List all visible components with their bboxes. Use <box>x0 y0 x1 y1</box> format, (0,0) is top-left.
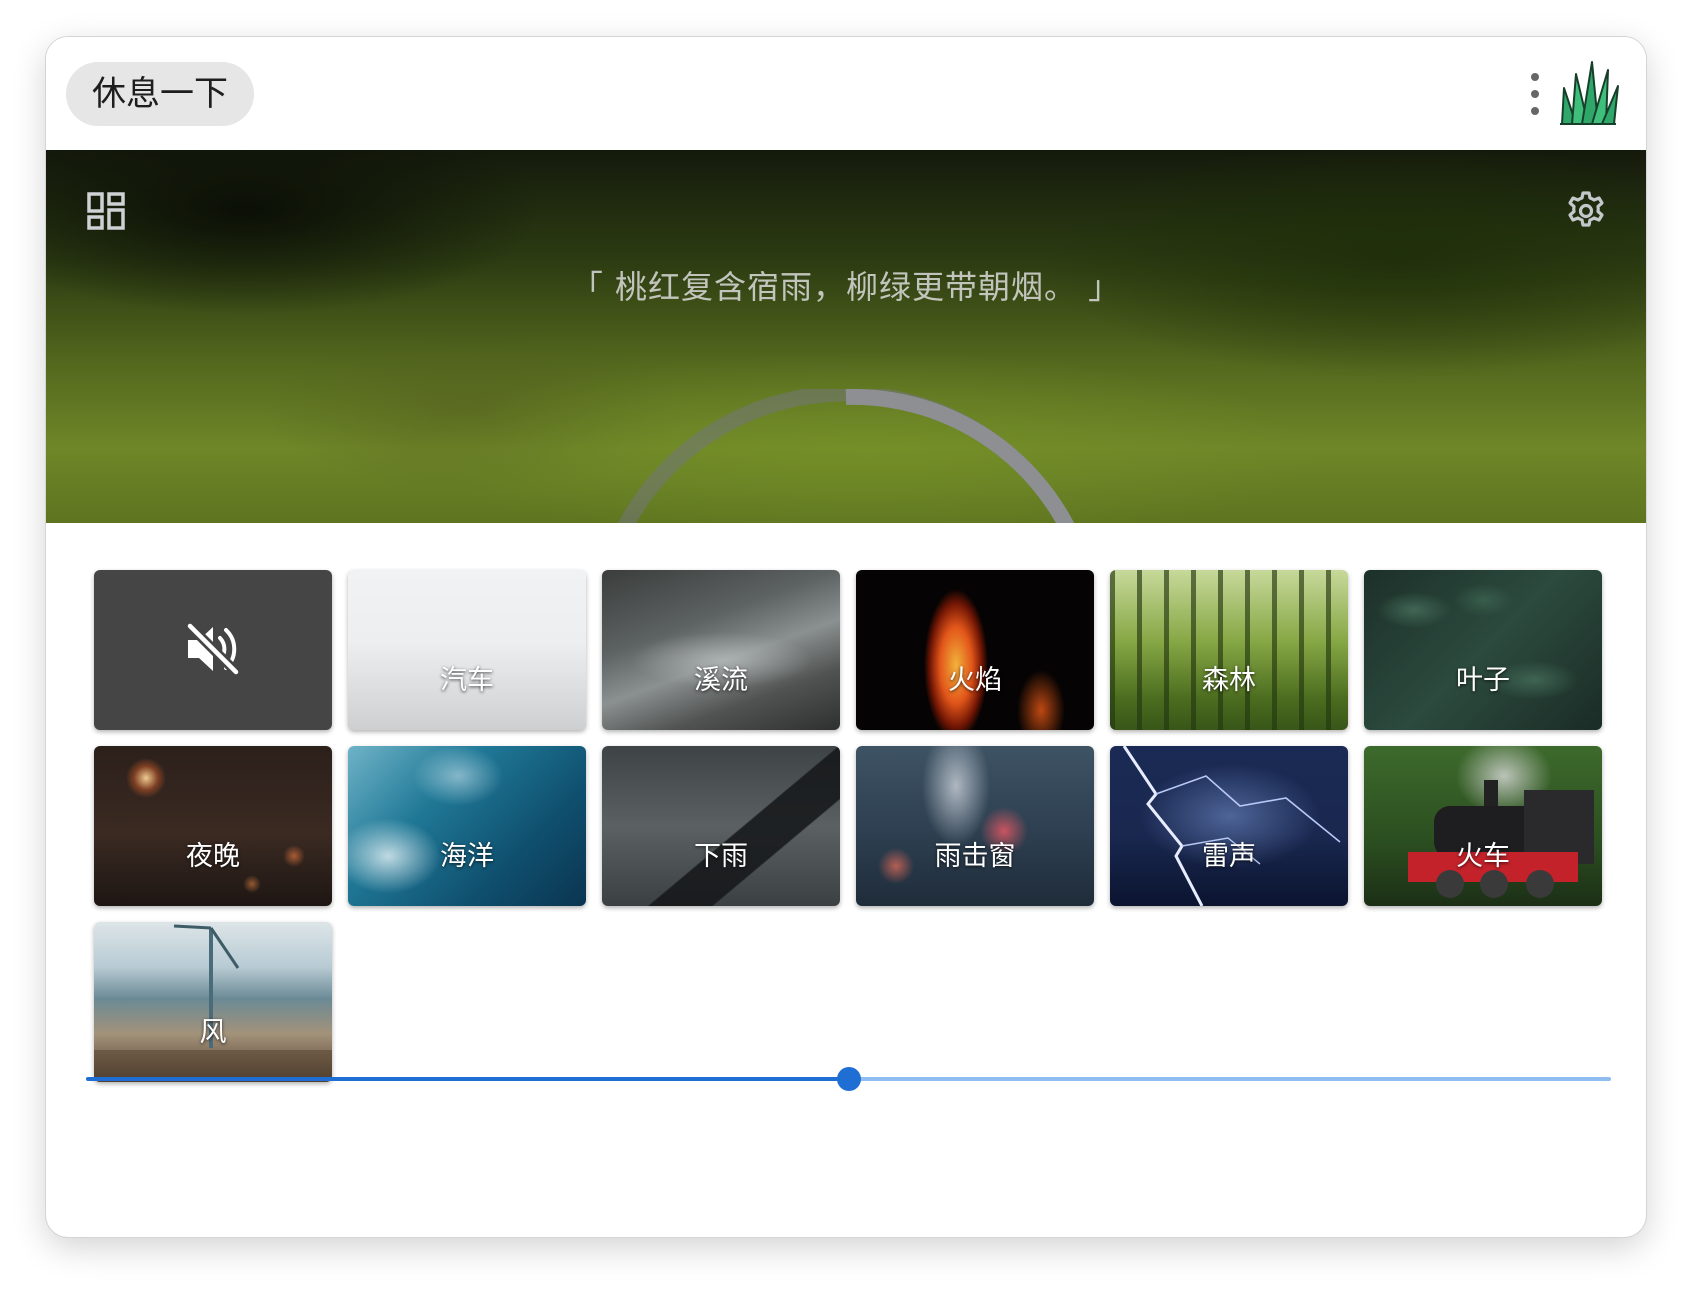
more-options-icon[interactable] <box>1528 73 1542 117</box>
sound-tile-car[interactable]: 汽车 <box>348 570 586 730</box>
title-bar: 休息一下 <box>46 37 1646 150</box>
volume-track-filled[interactable] <box>86 1077 849 1081</box>
settings-gear-icon[interactable] <box>1565 190 1607 232</box>
sound-label: 火车 <box>1456 841 1510 872</box>
sound-label: 夜晚 <box>186 841 240 872</box>
sound-label: 溪流 <box>694 665 748 696</box>
sound-tile-night[interactable]: 夜晚 <box>94 746 332 906</box>
sound-label: 下雨 <box>694 841 748 872</box>
sound-tile-rain[interactable]: 下雨 <box>602 746 840 906</box>
sound-tile-train[interactable]: 火车 <box>1364 746 1602 906</box>
sound-tile-wind[interactable]: 风 <box>94 922 332 1082</box>
timer-progress-ring <box>617 389 1075 523</box>
steam-train-icon <box>1408 780 1594 898</box>
sound-label: 火焰 <box>948 665 1002 696</box>
grass-logo-icon <box>1560 61 1619 125</box>
timer-progress-arc <box>845 389 1075 523</box>
app-title: 休息一下 <box>66 62 254 126</box>
sound-tile-leaves[interactable]: 叶子 <box>1364 570 1602 730</box>
volume-slider[interactable] <box>86 1060 1611 1100</box>
quote-text: 「 桃红复含宿雨，柳绿更带朝烟。 」 <box>570 268 1122 306</box>
sound-label: 叶子 <box>1456 665 1510 696</box>
dashboard-icon[interactable] <box>87 192 125 230</box>
sound-label: 风 <box>199 1017 227 1048</box>
sound-tile-ocean[interactable]: 海洋 <box>348 746 586 906</box>
sound-tile-stream[interactable]: 溪流 <box>602 570 840 730</box>
app-window: 休息一下 「 桃红复含宿雨，柳绿更带朝烟。 」 汽车 溪流 火焰 森林 叶子 夜… <box>46 37 1646 1237</box>
volume-track-remaining[interactable] <box>848 1077 1611 1081</box>
volume-off-icon <box>185 621 241 677</box>
sound-label: 汽车 <box>440 665 494 696</box>
sound-tile-rain-window[interactable]: 雨击窗 <box>856 746 1094 906</box>
sound-tile-mute[interactable] <box>94 570 332 730</box>
sound-label: 雷声 <box>1202 841 1256 872</box>
sound-tile-forest[interactable]: 森林 <box>1110 570 1348 730</box>
sound-tile-fire[interactable]: 火焰 <box>856 570 1094 730</box>
hero-banner: 「 桃红复含宿雨，柳绿更带朝烟。 」 <box>46 150 1646 523</box>
sound-label: 森林 <box>1202 665 1256 696</box>
sound-label: 雨击窗 <box>934 841 1016 872</box>
wind-turbine-icon <box>94 924 332 1082</box>
sound-tile-thunder[interactable]: 雷声 <box>1110 746 1348 906</box>
lightning-bolt-icon <box>1122 746 1341 906</box>
sound-label: 海洋 <box>440 841 494 872</box>
volume-slider-thumb[interactable] <box>836 1067 861 1091</box>
